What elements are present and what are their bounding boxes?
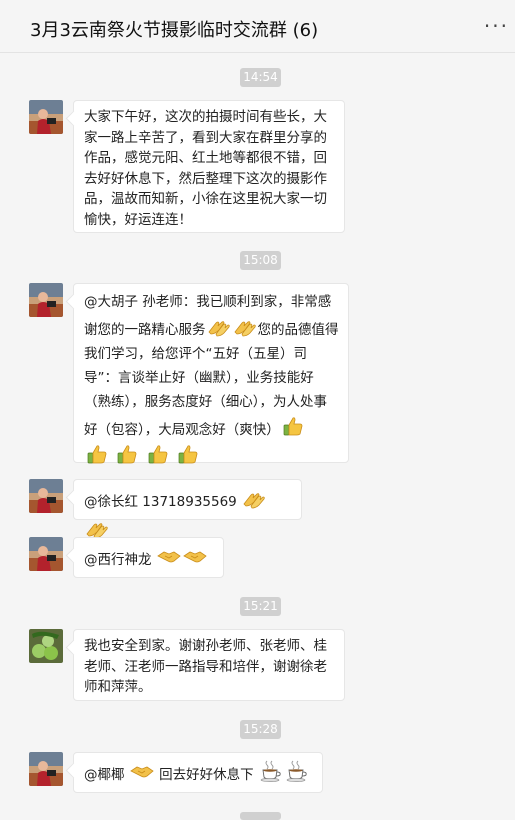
avatar[interactable] <box>29 629 63 663</box>
applaud-emoji-icon <box>242 486 266 510</box>
thumbs-up-emoji-icon <box>281 414 305 438</box>
thumbs-up-emoji-icon <box>115 442 139 466</box>
message-bubble[interactable]: @椰椰 回去好好休息下 <box>73 752 323 793</box>
avatar[interactable] <box>29 283 63 317</box>
avatar[interactable] <box>29 100 63 134</box>
timestamp: 15:21 <box>240 597 281 616</box>
avatar[interactable] <box>29 479 63 513</box>
handshake-emoji-icon <box>130 759 154 783</box>
message-bubble[interactable]: @大胡子 孙老师：我已顺利到家，非常感谢您的一路精心服务 您的品德值得我们学习，给… <box>73 283 349 463</box>
timestamp: 15:28 <box>240 720 281 739</box>
applaud-emoji-icon <box>207 314 231 338</box>
message-bubble[interactable]: @西行神龙 <box>73 537 224 578</box>
thumbs-up-emoji-icon <box>176 442 200 466</box>
timestamp <box>240 812 281 820</box>
message-text: @徐长红 13718935569 <box>84 494 237 510</box>
message-text: @西行神龙 <box>84 552 152 568</box>
message-bubble[interactable]: 我也安全到家。谢谢孙老师、张老师、桂老师、汪老师一路指导和培伴，谢谢徐老师和萍萍… <box>73 629 345 701</box>
message-bubble[interactable]: @徐长红 13718935569 <box>73 479 302 520</box>
coffee-emoji-icon <box>285 759 309 783</box>
timestamp: 15:08 <box>240 251 281 270</box>
timestamp: 14:54 <box>240 68 281 87</box>
message-text: @椰椰 <box>84 767 125 783</box>
message-text: 我也安全到家。谢谢孙老师、张老师、桂老师、汪老师一路指导和培伴，谢谢徐老师和萍萍… <box>84 638 327 695</box>
avatar[interactable] <box>29 537 63 571</box>
coffee-emoji-icon <box>259 759 283 783</box>
more-options-icon[interactable]: ··· <box>484 14 509 38</box>
avatar[interactable] <box>29 752 63 786</box>
message-text: 大家下午好，这次的拍摄时间有些长，大家一路上辛苦了，看到大家在群里分享的作品，感… <box>84 109 327 228</box>
chat-header: 3月3云南祭火节摄影临时交流群 (6) ··· <box>0 0 515 53</box>
handshake-emoji-icon <box>157 544 181 568</box>
applaud-emoji-icon <box>233 314 257 338</box>
message-bubble[interactable]: 大家下午好，这次的拍摄时间有些长，大家一路上辛苦了，看到大家在群里分享的作品，感… <box>73 100 345 233</box>
thumbs-up-emoji-icon <box>146 442 170 466</box>
chat-title: 3月3云南祭火节摄影临时交流群 (6) <box>30 20 319 41</box>
handshake-emoji-icon <box>183 544 207 568</box>
thumbs-up-emoji-icon <box>85 442 109 466</box>
message-text: 回去好好休息下 <box>159 767 254 783</box>
